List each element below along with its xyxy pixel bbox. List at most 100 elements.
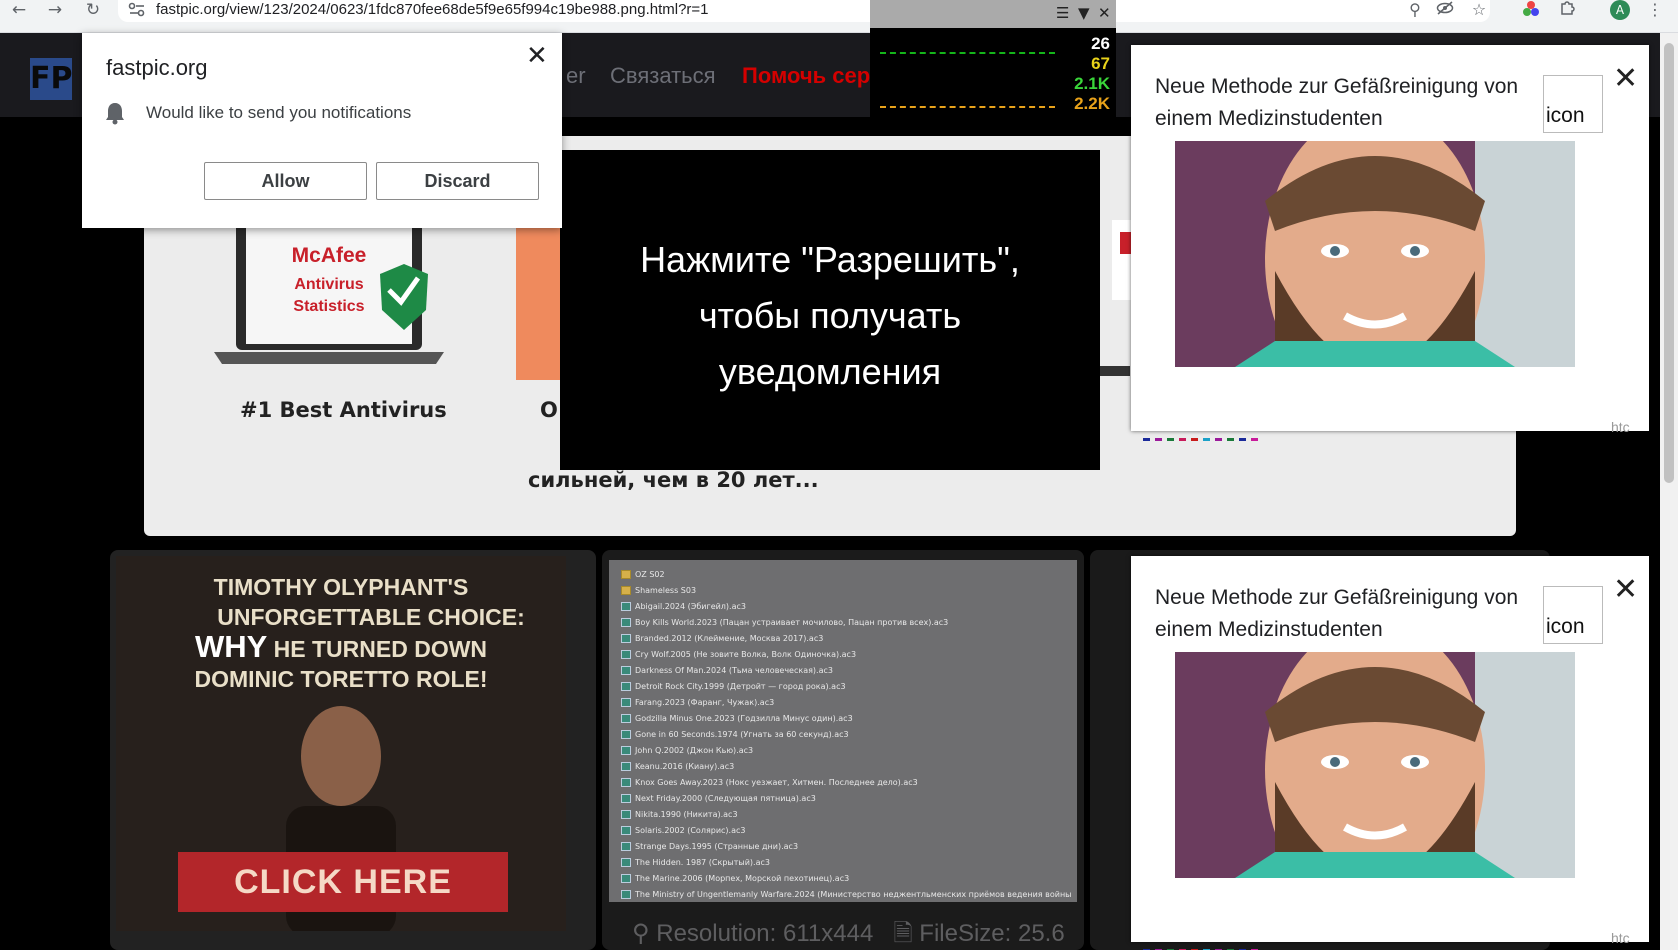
scrollbar-thumb[interactable] [1664,43,1674,483]
ad-heading-line3: HE TURNED DOWN [273,636,488,662]
url-text[interactable]: fastpic.org/view/123/2024/0623/1fdc870fe… [156,1,709,18]
notification-permission-popup: fastpic.org ✕ Would like to send you not… [82,33,562,228]
file-list-row: The Marine.2006 (Морпех, Морской пехотин… [621,870,1071,886]
file-name: The Marine.2006 (Морпех, Морской пехотин… [635,873,850,883]
discard-button[interactable]: Discard [376,162,539,200]
mcafee-line1: Antivirus [294,276,364,293]
folder-icon [621,585,631,595]
site-logo[interactable]: FP [30,58,72,100]
performance-overlay: ☰ ▼ ✕ 26 67 2.1K 2.2K [870,0,1116,117]
search-icon: ⚲ [632,920,650,947]
audio-file-icon [621,713,631,723]
address-bar[interactable]: fastpic.org/view/123/2024/0623/1fdc870fe… [118,0,1490,22]
file-name: OZ S02 [635,569,665,579]
partial-card-title[interactable]: О [540,398,558,422]
popup-message: Would like to send you notifications [146,103,412,122]
audio-file-icon [621,745,631,755]
close-icon[interactable]: ✕ [1613,572,1638,607]
file-list-image[interactable]: OZ S02 Shameless S03 Abigail.2024 (Эбигейл… [609,560,1077,902]
file-info-bar: ⚲ Resolution: 611x444 🗎 FileSize: 25.6 [632,916,1065,950]
audio-file-icon [621,761,631,771]
file-list-row: Keanu.2016 (Киану).ac3 [621,758,1071,774]
file-name: Abigail.2024 (Эбигейл).ac3 [635,601,746,611]
file-name: Farang.2023 (Фаранг, Чужак).ac3 [635,697,775,707]
ad-photo[interactable] [1175,141,1575,367]
sidebar-ad-1[interactable]: Neue Methode zur Gefäßreinigung von eine… [1131,45,1649,441]
file-list-row: Strange Days.1995 (Странные дни).ac3 [621,838,1071,854]
ad-heading-line4: DOMINIC TORETTO ROLE! [194,666,488,692]
perf-value-1: 26 [1091,34,1110,53]
file-list-row: Next Friday.2000 (Следующая пятница).ac3 [621,790,1071,806]
file-name: Boy Kills World.2023 (Пацан устраивает м… [635,617,949,627]
perf-menu-icon[interactable]: ☰ [1056,4,1069,22]
extension-icon[interactable] [1520,0,1542,20]
audio-file-icon [621,633,631,643]
perf-graph-1 [880,52,1055,54]
overlay-line3: уведомления [718,351,942,392]
ad-color-dots [1143,438,1258,441]
file-name: Solaris.2002 (Солярис).ac3 [635,825,746,835]
allow-button[interactable]: Allow [204,162,367,200]
movie-ad-banner[interactable]: TIMOTHY OLYPHANT'S UNFORGETTABLE CHOICE:… [116,556,566,931]
menu-dots-icon[interactable]: ⋮ [1644,0,1666,20]
overlay-strip [1100,366,1130,376]
nav-link-contact[interactable]: Связаться [610,63,716,89]
perf-close-icon[interactable]: ✕ [1098,4,1111,22]
audio-file-icon [621,889,631,899]
click-here-button[interactable]: CLICK HERE [178,852,508,912]
audio-file-icon [621,681,631,691]
mcafee-line2: Statistics [293,298,365,315]
file-name: Cry Wolf.2005 (Не зовите Волка, Волк Оди… [635,649,857,659]
close-icon[interactable]: ✕ [526,41,548,71]
file-list-row: Branded.2012 (Клеймение, Москва 2017).ac… [621,630,1071,646]
audio-file-icon [621,873,631,883]
audio-file-icon [621,729,631,739]
zoom-icon[interactable]: ⚲ [1404,0,1426,20]
sidebar-ad-2[interactable]: Neue Methode zur Gefäßreinigung von eine… [1131,556,1649,950]
ad-photo[interactable] [1175,652,1575,878]
folder-icon [621,569,631,579]
file-list-row: Gone in 60 Seconds.1974 (Угнать за 60 се… [621,726,1071,742]
file-name: Strange Days.1995 (Странные дни).ac3 [635,841,799,851]
ad-footer-label: htc [1611,419,1630,435]
nav-link-partial[interactable]: er [566,63,586,89]
eye-off-icon[interactable] [1434,0,1456,20]
reload-icon[interactable]: ↻ [78,0,108,20]
ad-heading-why: WHY [194,629,268,664]
file-list-row: Farang.2023 (Фаранг, Чужак).ac3 [621,694,1071,710]
antivirus-card-title[interactable]: #1 Best Antivirus [240,398,447,422]
file-icon: 🗎 [893,920,913,947]
file-name: Knox Goes Away.2023 (Нокс уезжает, Хитме… [635,777,918,787]
ad-icon-placeholder: icon [1543,586,1603,644]
star-icon[interactable]: ☆ [1468,0,1490,20]
file-list-row: Nikita.1990 (Никита).ac3 [621,806,1071,822]
file-list-row: OZ S02 [621,566,1071,582]
file-name: Next Friday.2000 (Следующая пятница).ac3 [635,793,816,803]
file-list-row: Detroit Rock City.1999 (Детройт — город … [621,678,1071,694]
card-subtitle[interactable]: сильней, чем в 20 лет... [528,468,819,492]
audio-file-icon [621,697,631,707]
forward-arrow-icon[interactable]: → [40,0,70,20]
perf-collapse-icon[interactable]: ▼ [1078,4,1090,22]
perf-value-3: 2.1K [1074,74,1110,93]
puzzle-icon[interactable] [1556,0,1578,20]
profile-avatar[interactable]: A [1610,0,1630,20]
overlay-line2: чтобы получать [698,295,962,336]
audio-file-icon [621,857,631,867]
close-icon[interactable]: ✕ [1613,61,1638,96]
ad-title[interactable]: Neue Methode zur Gefäßreinigung von eine… [1155,71,1535,135]
page-scrollbar[interactable] [1660,33,1678,950]
audio-file-icon [621,665,631,675]
overlay-text: Нажмите "Разрешить", чтобы получать увед… [560,232,1100,400]
audio-file-icon [621,617,631,627]
audio-file-icon [621,809,631,819]
browser-toolbar: ← → ↻ fastpic.org/view/123/2024/0623/1fd… [0,0,1678,33]
ad-title[interactable]: Neue Methode zur Gefäßreinigung von eine… [1155,582,1535,646]
site-settings-icon[interactable] [128,2,146,18]
back-arrow-icon[interactable]: ← [4,0,34,20]
file-list-row: The Ministry of Ungentlemanly Warfare.20… [621,886,1071,902]
ad-heading: TIMOTHY OLYPHANT'S UNFORGETTABLE CHOICE:… [116,572,566,694]
resolution-text: Resolution: 611x444 [656,920,874,947]
permission-overlay: Нажмите "Разрешить", чтобы получать увед… [560,150,1100,470]
file-name: Godzilla Minus One.2023 (Годзилла Минус … [635,713,853,723]
